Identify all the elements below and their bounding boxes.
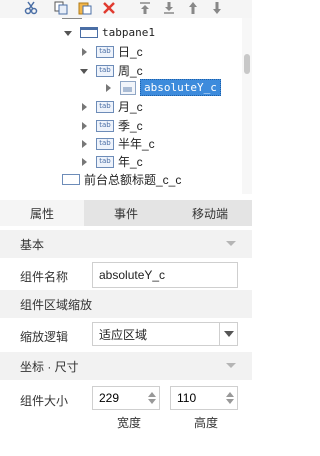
- collapse-arrow-icon[interactable]: [104, 83, 112, 92]
- component-size-label: 组件大小: [20, 394, 69, 408]
- collapse-arrow-icon[interactable]: [80, 102, 88, 111]
- tree-node-tabpane[interactable]: tabpane1: [64, 23, 155, 42]
- section-title: 基本: [20, 237, 45, 252]
- height-input[interactable]: [171, 387, 221, 409]
- tab-icon: tab: [96, 137, 114, 150]
- height-stepper[interactable]: [170, 386, 238, 410]
- tree-node-year[interactable]: tab 年_c: [80, 152, 143, 171]
- scale-logic-label: 缩放逻辑: [20, 330, 69, 344]
- tree-node-label: 年_c: [118, 155, 143, 169]
- section-coords[interactable]: 坐标 · 尺寸: [0, 352, 252, 380]
- move-down-icon[interactable]: [160, 0, 178, 16]
- tree-node-label: 月_c: [118, 100, 143, 114]
- copy-icon[interactable]: [52, 0, 70, 16]
- expand-arrow-icon[interactable]: [64, 29, 72, 37]
- width-stepper[interactable]: [92, 386, 160, 410]
- title-component-icon: [62, 174, 80, 185]
- tree-node-halfyear[interactable]: tab 半年_c: [80, 134, 155, 153]
- collapse-caret-icon[interactable]: [226, 241, 236, 246]
- prop-row-scale: 缩放逻辑 适应区域: [0, 320, 252, 350]
- tree-node-absolutey[interactable]: absoluteY_c: [104, 78, 221, 97]
- height-spin-buttons[interactable]: [223, 387, 237, 409]
- tree-connector: [62, 18, 82, 19]
- decrement-icon[interactable]: [226, 399, 234, 404]
- tree-node-label-selected: absoluteY_c: [140, 79, 221, 96]
- component-tree: tabpane1 tab 日_c tab 周_c absoluteY_c tab…: [0, 18, 252, 194]
- tree-scrollbar[interactable]: [242, 18, 252, 194]
- width-input[interactable]: [93, 387, 143, 409]
- scrollbar-thumb[interactable]: [244, 54, 250, 74]
- tree-node-label: 前台总额标题_c_c: [84, 173, 182, 187]
- tabpane-icon: [80, 27, 98, 38]
- height-caption: 高度: [194, 416, 219, 430]
- section-title: 组件区域缩放: [20, 297, 93, 312]
- move-up-icon[interactable]: [184, 0, 202, 16]
- prop-row-size: 组件大小 宽度 高度: [0, 384, 252, 434]
- tree-node-day[interactable]: tab 日_c: [80, 42, 143, 61]
- section-scale[interactable]: 组件区域缩放: [0, 290, 252, 318]
- tab-icon: tab: [96, 119, 114, 132]
- tree-node-title[interactable]: 前台总额标题_c_c: [62, 170, 181, 189]
- tab-icon: tab: [96, 155, 114, 168]
- decrement-icon[interactable]: [148, 399, 156, 404]
- absolute-layout-icon: [120, 80, 136, 95]
- tab-events[interactable]: 事件: [84, 200, 168, 226]
- width-caption: 宽度: [117, 416, 142, 430]
- tree-node-label: tabpane1: [102, 26, 155, 39]
- collapse-arrow-icon[interactable]: [80, 139, 88, 148]
- collapse-arrow-icon[interactable]: [80, 47, 88, 56]
- prop-row-name: 组件名称: [0, 260, 252, 290]
- tree-node-quarter[interactable]: tab 季_c: [80, 116, 143, 135]
- chevron-down-icon[interactable]: [219, 323, 237, 345]
- increment-icon[interactable]: [226, 392, 234, 397]
- tab-properties[interactable]: 属性: [0, 200, 84, 226]
- tree-node-label: 季_c: [118, 119, 143, 133]
- tab-icon: tab: [96, 64, 114, 77]
- collapse-arrow-icon[interactable]: [80, 157, 88, 166]
- tree-node-month[interactable]: tab 月_c: [80, 97, 143, 116]
- tree-node-label: 日_c: [118, 45, 143, 59]
- tab-icon: tab: [96, 45, 114, 58]
- section-title: 坐标 · 尺寸: [20, 359, 79, 374]
- expand-arrow-icon[interactable]: [80, 67, 88, 75]
- property-tabs: 属性 事件 移动端: [0, 200, 252, 226]
- component-name-label: 组件名称: [20, 270, 69, 284]
- tab-mobile[interactable]: 移动端: [168, 200, 252, 226]
- increment-icon[interactable]: [148, 392, 156, 397]
- toolbar: [0, 0, 252, 18]
- width-spin-buttons[interactable]: [145, 387, 159, 409]
- scale-logic-select[interactable]: 适应区域: [92, 322, 238, 346]
- move-bottom-icon[interactable]: [208, 0, 226, 16]
- paste-icon[interactable]: [76, 0, 94, 16]
- cut-icon[interactable]: [22, 0, 40, 16]
- tree-node-label: 周_c: [118, 64, 143, 78]
- tree-node-label: 半年_c: [118, 137, 155, 151]
- tab-icon: tab: [96, 100, 114, 113]
- collapse-arrow-icon[interactable]: [80, 121, 88, 130]
- scale-logic-value: 适应区域: [99, 327, 148, 342]
- delete-icon[interactable]: [100, 0, 118, 16]
- properties-panel: 基本 组件名称 组件区域缩放 缩放逻辑 适应区域 坐标 · 尺寸 组件大小: [0, 226, 252, 456]
- move-top-icon[interactable]: [136, 0, 154, 16]
- section-basic[interactable]: 基本: [0, 230, 252, 258]
- component-name-input[interactable]: [92, 262, 238, 288]
- collapse-caret-icon[interactable]: [226, 363, 236, 368]
